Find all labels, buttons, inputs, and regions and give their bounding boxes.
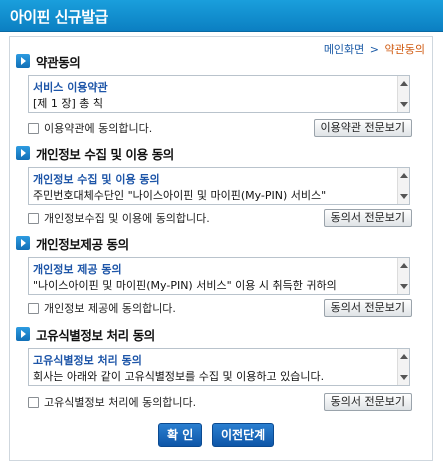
privacy-provide-textbox[interactable]: 개인정보 제공 동의 "나이스아이핀 및 마이핀(My-PIN) 서비스" 이용…	[28, 257, 410, 295]
textbox-title: 개인정보 제공 동의	[33, 263, 122, 276]
agree-terms-checkbox[interactable]	[28, 122, 39, 134]
textbox-body: 회사는 아래와 같이 고유식별정보를 수집 및 이용하고 있습니다.	[33, 370, 325, 383]
textbox-scrollbar[interactable]	[397, 76, 409, 112]
terms-textbox[interactable]: 서비스 이용약관 [제 1 장] 총 칙	[28, 75, 410, 113]
view-privacy-collect-button[interactable]: 동의서 전문보기	[323, 209, 412, 227]
textbox-title: 고유식별정보 처리 동의	[33, 354, 142, 367]
arrow-bullet-icon	[16, 327, 30, 341]
scroll-down-icon[interactable]	[400, 194, 408, 199]
agree-row: 개인정보 제공에 동의합니다.	[28, 300, 176, 316]
section-heading: 개인정보제공 동의	[16, 235, 129, 252]
privacy-collect-textbox[interactable]: 개인정보 수집 및 이용 동의 주민번호대체수단인 "나이스아이핀 및 마이핀(…	[28, 167, 410, 205]
scroll-up-icon[interactable]	[400, 173, 408, 178]
arrow-bullet-icon	[16, 146, 30, 160]
agreement-panel: 메인화면 > 약관동의 약관동의 서비스 이용약관 [제 1 장] 총 칙 이용…	[9, 36, 433, 461]
textbox-scrollbar[interactable]	[397, 168, 409, 204]
textbox-body: 주민번호대체수단인 "나이스아이핀 및 마이핀(My-PIN) 서비스"	[33, 189, 327, 202]
scroll-up-icon[interactable]	[400, 354, 408, 359]
view-privacy-provide-button[interactable]: 동의서 전문보기	[323, 299, 412, 317]
textbox-body: "나이스아이핀 및 마이핀(My-PIN) 서비스" 이용 시 취득한 귀하의	[33, 279, 337, 292]
breadcrumb-current: 약관동의	[384, 43, 425, 56]
arrow-bullet-icon	[16, 236, 30, 250]
scroll-down-icon[interactable]	[400, 102, 408, 107]
agree-unique-id-checkbox[interactable]	[28, 396, 39, 408]
agree-privacy-collect-checkbox[interactable]	[28, 212, 39, 224]
action-buttons: 확 인 이전단계	[10, 423, 432, 447]
agree-label: 이용약관에 동의합니다.	[44, 122, 153, 135]
section-heading: 개인정보 수집 및 이용 동의	[16, 145, 174, 162]
agree-privacy-provide-checkbox[interactable]	[28, 302, 39, 314]
textbox-scrollbar[interactable]	[397, 258, 409, 294]
textbox-title: 개인정보 수집 및 이용 동의	[33, 173, 160, 186]
page-title: 아이핀 신규발급	[10, 8, 108, 26]
breadcrumb-home[interactable]: 메인화면	[324, 43, 364, 56]
view-unique-id-button[interactable]: 동의서 전문보기	[323, 393, 412, 411]
agree-label: 개인정보수집 및 이용에 동의합니다.	[44, 212, 210, 225]
agree-label: 고유식별정보 처리에 동의합니다.	[44, 396, 197, 409]
scroll-up-icon[interactable]	[400, 81, 408, 86]
section-heading: 고유식별정보 처리 동의	[16, 326, 155, 343]
section-heading: 약관동의	[16, 53, 81, 70]
breadcrumb-separator-icon: >	[369, 43, 380, 56]
breadcrumb: 메인화면 > 약관동의	[324, 41, 425, 57]
confirm-button[interactable]: 확 인	[158, 423, 203, 447]
section-title: 고유식별정보 처리 동의	[36, 327, 155, 343]
agree-row: 이용약관에 동의합니다.	[28, 120, 152, 136]
arrow-bullet-icon	[16, 54, 30, 68]
section-title: 약관동의	[36, 54, 81, 70]
textbox-title: 서비스 이용약관	[33, 81, 108, 94]
section-title: 개인정보 수집 및 이용 동의	[36, 146, 174, 162]
textbox-scrollbar[interactable]	[397, 349, 409, 385]
section-title: 개인정보제공 동의	[36, 236, 129, 252]
scroll-down-icon[interactable]	[400, 375, 408, 380]
previous-step-button[interactable]: 이전단계	[212, 423, 275, 447]
scroll-up-icon[interactable]	[400, 263, 408, 268]
scroll-down-icon[interactable]	[400, 284, 408, 289]
agree-row: 고유식별정보 처리에 동의합니다.	[28, 394, 196, 410]
unique-id-textbox[interactable]: 고유식별정보 처리 동의 회사는 아래와 같이 고유식별정보를 수집 및 이용하…	[28, 348, 410, 386]
textbox-body: [제 1 장] 총 칙	[33, 97, 104, 110]
agree-label: 개인정보 제공에 동의합니다.	[44, 302, 176, 315]
agree-row: 개인정보수집 및 이용에 동의합니다.	[28, 210, 210, 226]
view-terms-button[interactable]: 이용약관 전문보기	[313, 119, 412, 137]
header-bar: 아이핀 신규발급	[0, 0, 443, 32]
